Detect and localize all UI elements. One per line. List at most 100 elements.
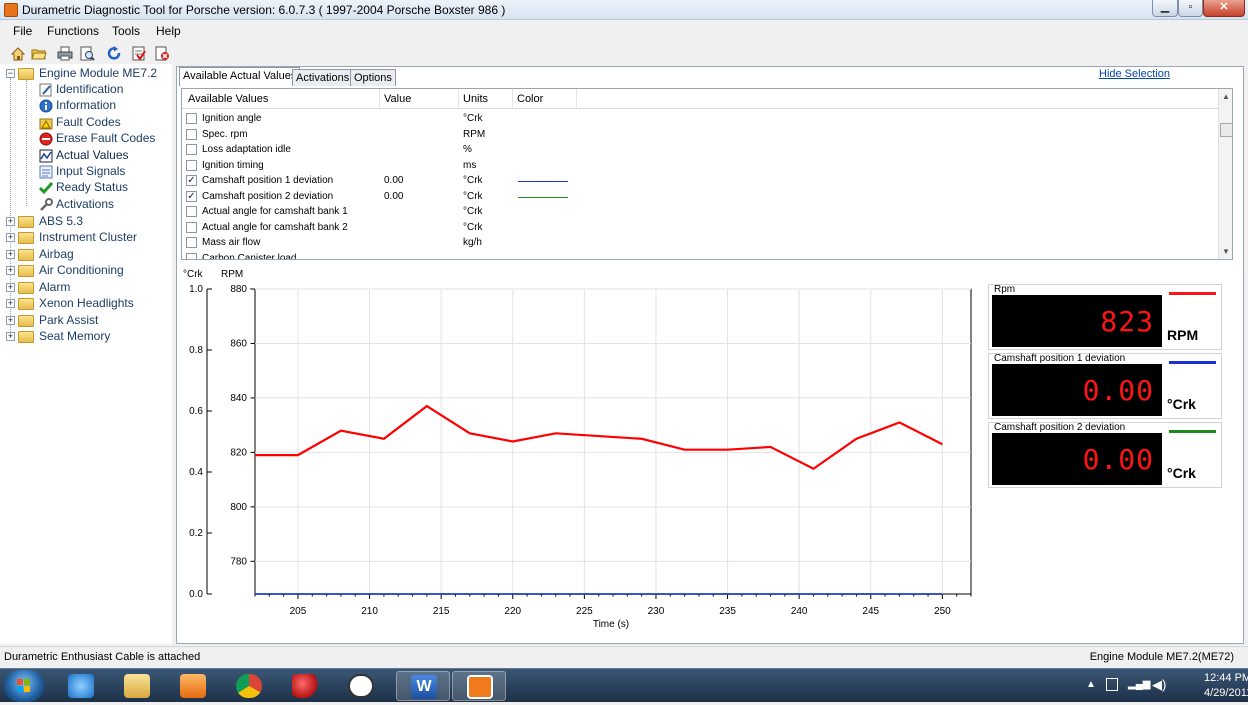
print-icon[interactable]	[57, 46, 73, 61]
minimize-button[interactable]: ▁	[1152, 0, 1178, 17]
grid-row[interactable]: Actual angle for camshaft bank 1 °Crk	[182, 205, 1218, 220]
taskbar-word[interactable]: W	[396, 671, 450, 701]
scroll-up-icon[interactable]: ▲	[1222, 92, 1230, 101]
tab-available-actual-values[interactable]: Available Actual Values	[179, 67, 301, 86]
taskbar-windows-explorer[interactable]	[110, 671, 164, 701]
expand-icon[interactable]: +	[6, 266, 15, 275]
row-color-swatch	[518, 196, 568, 198]
hide-selection-link[interactable]: Hide Selection	[1099, 68, 1170, 80]
clear-icon[interactable]	[154, 46, 170, 61]
home-icon[interactable]	[10, 46, 26, 61]
row-checkbox[interactable]: ✓	[186, 175, 197, 186]
maximize-button[interactable]: ▫	[1178, 0, 1203, 17]
row-checkbox[interactable]	[186, 113, 197, 124]
collapse-icon[interactable]: −	[6, 69, 15, 78]
taskbar-pin-app[interactable]	[278, 671, 332, 701]
expand-icon[interactable]: +	[6, 233, 15, 242]
menu-tools[interactable]: Tools	[112, 24, 140, 38]
start-button[interactable]	[4, 670, 44, 702]
row-checkbox[interactable]	[186, 237, 197, 248]
grid-row[interactable]: ✓ Camshaft position 2 deviation 0.00 °Crk	[182, 190, 1218, 205]
row-checkbox[interactable]	[186, 221, 197, 233]
row-checkbox[interactable]: ✓	[186, 190, 197, 202]
chrome-icon	[236, 674, 262, 698]
grid-row[interactable]: Loss adaptation idle%	[182, 143, 1218, 158]
tree-instrument-cluster[interactable]: + Instrument Cluster	[0, 230, 172, 246]
expand-icon[interactable]: +	[6, 299, 15, 308]
grid-row[interactable]: Spec. rpm RPM	[182, 128, 1218, 143]
row-value: 0.00	[384, 190, 404, 202]
warning-folder-icon	[39, 118, 53, 130]
grid-row[interactable]: Ignition timing ms	[182, 159, 1218, 174]
expand-icon[interactable]: +	[6, 217, 15, 226]
row-checkbox[interactable]	[186, 252, 197, 259]
network-icon[interactable]: ▂▄▆	[1128, 679, 1150, 690]
refresh-icon[interactable]	[106, 46, 122, 61]
expand-icon[interactable]: +	[6, 332, 15, 341]
volume-icon[interactable]: ◀)	[1152, 677, 1166, 693]
grid-row[interactable]: Mass air flow kg/h	[182, 236, 1218, 251]
expand-icon[interactable]: +	[6, 283, 15, 292]
tab-options[interactable]: Options	[350, 69, 396, 86]
col-separator	[379, 89, 380, 109]
tree-line	[26, 80, 27, 206]
status-module: Engine Module ME7.2(ME72)	[1089, 651, 1234, 663]
tree-engine-module[interactable]: − Engine Module ME7.2	[0, 66, 172, 82]
row-checkbox[interactable]	[186, 206, 197, 217]
close-button[interactable]: ✕	[1203, 0, 1245, 17]
status-cable: Durametric Enthusiast Cable is attached	[4, 651, 201, 663]
tree-alarm[interactable]: + Alarm	[0, 280, 172, 296]
taskbar-internet-explorer[interactable]	[54, 671, 108, 701]
folder-icon	[18, 298, 34, 310]
gauge-value: 0.00	[1082, 374, 1154, 407]
menu-functions[interactable]: Functions	[47, 24, 99, 38]
tree-air-conditioning[interactable]: + Air Conditioning	[0, 263, 172, 279]
grid-row[interactable]: Carbon Canister load	[182, 252, 1218, 259]
expand-icon[interactable]: +	[6, 250, 15, 259]
x-tick-label: 215	[433, 606, 450, 617]
taskbar-durametric[interactable]	[452, 671, 506, 701]
col-color[interactable]: Color	[517, 93, 543, 105]
row-checkbox[interactable]	[186, 128, 197, 140]
crk-tick-label: 0.2	[189, 528, 203, 539]
expand-icon[interactable]: +	[6, 316, 15, 325]
clock-date[interactable]: 4/29/2011	[1204, 687, 1248, 699]
tree-abs[interactable]: + ABS 5.3	[0, 214, 172, 230]
row-checkbox[interactable]	[186, 159, 197, 171]
show-hidden-icons-icon[interactable]: ▲	[1086, 679, 1096, 690]
clock-time[interactable]: 12:44 PM	[1204, 672, 1248, 684]
grid-row[interactable]: Ignition angle °Crk	[182, 112, 1218, 127]
row-unit: kg/h	[463, 237, 482, 248]
row-unit: ms	[463, 159, 477, 171]
word-icon: W	[411, 675, 437, 699]
taskbar-media-player[interactable]	[166, 671, 220, 701]
taskbar-clock-app[interactable]	[334, 671, 388, 701]
row-name: Mass air flow	[202, 237, 261, 248]
tab-activations[interactable]: Activations	[292, 69, 354, 86]
grid-row[interactable]: ✓ Camshaft position 1 deviation 0.00 °Crk	[182, 174, 1218, 189]
scroll-down-icon[interactable]: ▼	[1222, 247, 1230, 256]
col-value[interactable]: Value	[384, 93, 411, 105]
title-bar[interactable]: Durametric Diagnostic Tool for Porsche v…	[0, 0, 1248, 20]
tree-park-assist[interactable]: + Park Assist	[0, 313, 172, 329]
open-folder-icon[interactable]	[31, 46, 47, 61]
col-available-values[interactable]: Available Values	[188, 93, 268, 105]
tree-airbag[interactable]: + Airbag	[0, 247, 172, 263]
scroll-thumb[interactable]	[1220, 123, 1232, 137]
tree-seat-memory[interactable]: + Seat Memory	[0, 329, 172, 345]
menu-file[interactable]: File	[13, 24, 32, 38]
row-checkbox[interactable]	[186, 144, 197, 155]
windows-explorer-icon	[124, 674, 150, 698]
menu-help[interactable]: Help	[156, 24, 181, 38]
action-center-icon[interactable]	[1106, 678, 1118, 691]
chart-icon	[39, 149, 53, 163]
row-name: Actual angle for camshaft bank 1	[202, 206, 348, 217]
taskbar-chrome[interactable]	[222, 671, 276, 701]
grid-scrollbar[interactable]: ▲ ▼	[1218, 89, 1232, 259]
report-icon[interactable]	[131, 46, 147, 61]
col-units[interactable]: Units	[463, 93, 488, 105]
print-preview-icon[interactable]	[79, 46, 95, 61]
grid-row[interactable]: Actual angle for camshaft bank 2 °Crk	[182, 221, 1218, 236]
tree-xenon-headlights[interactable]: + Xenon Headlights	[0, 296, 172, 312]
taskbar: W ▲ ▂▄▆ ◀) 12:44 PM 4/29/2011	[0, 668, 1248, 702]
